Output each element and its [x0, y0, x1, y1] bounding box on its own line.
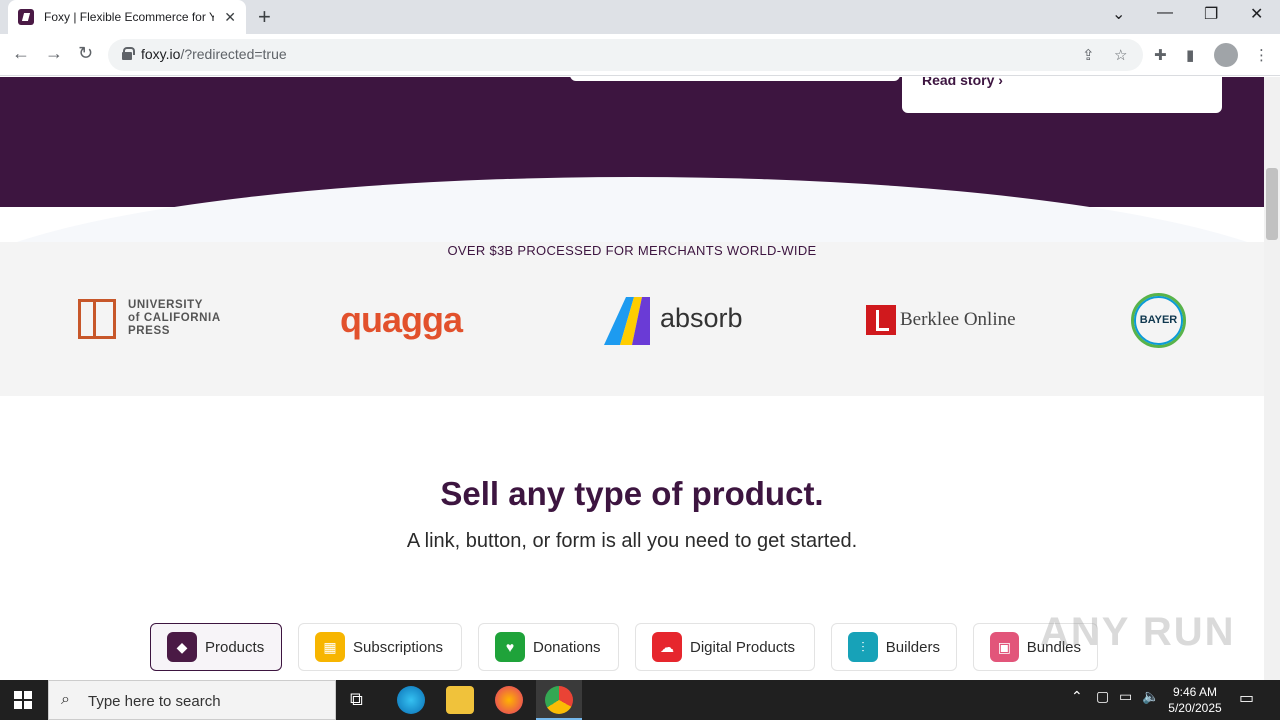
side-panel-icon[interactable]: ▮ [1186, 46, 1194, 64]
address-bar[interactable]: foxy.io/?redirected=true ⇪ ☆ [108, 39, 1143, 71]
cloud-download-icon: ☁ [652, 632, 682, 662]
tab-products[interactable]: ◆ Products [150, 623, 282, 671]
tab-label: Digital Products [690, 638, 796, 656]
search-icon: ⌕ [61, 691, 70, 708]
logo-text: Berklee Online [900, 309, 1016, 330]
tab-label: Builders [885, 638, 940, 656]
absorb-mark-icon [604, 297, 650, 345]
section-headline: Sell any type of product. [440, 475, 824, 512]
tag-icon: ◆ [167, 632, 197, 662]
volume-icon[interactable]: 🔈 [1142, 688, 1159, 705]
logo-text: of CALIFORNIA [128, 312, 221, 324]
minimize-button[interactable]: — [1157, 4, 1173, 22]
tab-strip: Foxy | Flexible Ecommerce for Y ✕ + ⌄ — … [0, 0, 1280, 34]
quagga-logo: quagga [340, 299, 463, 340]
boxes-icon: ▣ [990, 632, 1019, 662]
browser-tab[interactable]: Foxy | Flexible Ecommerce for Y ✕ [8, 0, 246, 34]
page-viewport: Read story › OVER $3B PROCESSED FOR MERC… [0, 77, 1264, 680]
profile-avatar[interactable] [1214, 43, 1238, 67]
bayer-logo: BAYER [1131, 293, 1186, 348]
bookmark-star-icon[interactable]: ☆ [1114, 46, 1127, 64]
tab-label: Products [205, 638, 265, 656]
clock-time: 9:46 AM [1172, 685, 1218, 699]
file-explorer-icon[interactable] [446, 686, 474, 714]
back-icon[interactable]: ← [12, 43, 30, 64]
task-view-icon[interactable]: ⧉ [350, 689, 363, 710]
reload-icon[interactable]: ↻ [78, 43, 93, 64]
taskbar: ⌕ Type here to search ⧉ ⌃ ▢ ▭ 🔈 9:46 AM … [0, 680, 1280, 720]
foxy-favicon-icon [18, 9, 34, 25]
search-placeholder: Type here to search [88, 693, 221, 710]
berklee-mark-icon [866, 305, 896, 335]
tab-donations[interactable]: ♥ Donations [478, 623, 619, 671]
menu-kebab-icon[interactable]: ⋮ [1254, 46, 1269, 64]
tab-search-icon[interactable]: ⌄ [1112, 4, 1125, 24]
tab-label: Subscriptions [353, 638, 444, 656]
tab-subscriptions[interactable]: ▦ Subscriptions [298, 623, 462, 671]
url-text[interactable]: foxy.io/?redirected=true [141, 46, 287, 62]
scrollbar-thumb[interactable] [1266, 168, 1278, 240]
taskbar-search[interactable]: ⌕ Type here to search [48, 680, 336, 720]
read-story-link[interactable]: Read story › [922, 77, 1003, 88]
tab-digital-products[interactable]: ☁ Digital Products [635, 623, 815, 671]
restore-button[interactable]: ❐ [1204, 4, 1218, 24]
tab-builders[interactable]: ⫶ Builders [831, 623, 957, 671]
heart-icon: ♥ [495, 632, 525, 662]
close-window-button[interactable]: ✕ [1250, 4, 1263, 24]
tab-close-icon[interactable]: ✕ [224, 9, 236, 26]
uc-press-mark-icon [78, 299, 116, 339]
logos-heading: OVER $3B PROCESSED FOR MERCHANTS WORLD-W… [447, 243, 817, 258]
logo-text: BAYER [1139, 314, 1178, 326]
calendar-icon: ▦ [315, 632, 345, 662]
firefox-icon[interactable] [495, 686, 523, 714]
chrome-icon[interactable] [545, 686, 573, 714]
logo-text: absorb [660, 303, 743, 333]
chevron-up-icon[interactable]: ⌃ [1071, 688, 1083, 705]
toolbar: ← → ↻ foxy.io/?redirected=true ⇪ ☆ ✚ ▮ ⋮ [0, 34, 1280, 76]
tab-label: Donations [533, 638, 601, 656]
network-icon[interactable]: ▭ [1119, 688, 1132, 705]
extensions-icon[interactable]: ✚ [1154, 46, 1167, 64]
new-tab-button[interactable]: + [258, 4, 271, 30]
forward-icon[interactable]: → [45, 43, 63, 64]
lock-icon[interactable] [122, 47, 135, 60]
notifications-icon[interactable]: ▭ [1239, 688, 1254, 708]
windows-start-icon[interactable] [14, 691, 32, 709]
section-subhead: A link, button, or form is all you need … [406, 530, 858, 552]
device-icon[interactable]: ▢ [1096, 688, 1109, 705]
clock-date: 5/20/2025 [1168, 701, 1222, 715]
share-icon[interactable]: ⇪ [1082, 46, 1095, 64]
logo-text: PRESS [128, 325, 170, 337]
logo-text: UNIVERSITY [128, 299, 204, 311]
watermark: ANY RUN [1040, 610, 1236, 654]
edge-icon[interactable] [397, 686, 425, 714]
story-card [570, 77, 900, 81]
tab-title: Foxy | Flexible Ecommerce for Y [44, 10, 214, 24]
sliders-icon: ⫶ [848, 632, 878, 662]
clock[interactable]: 9:46 AM 5/20/2025 [1166, 684, 1224, 716]
